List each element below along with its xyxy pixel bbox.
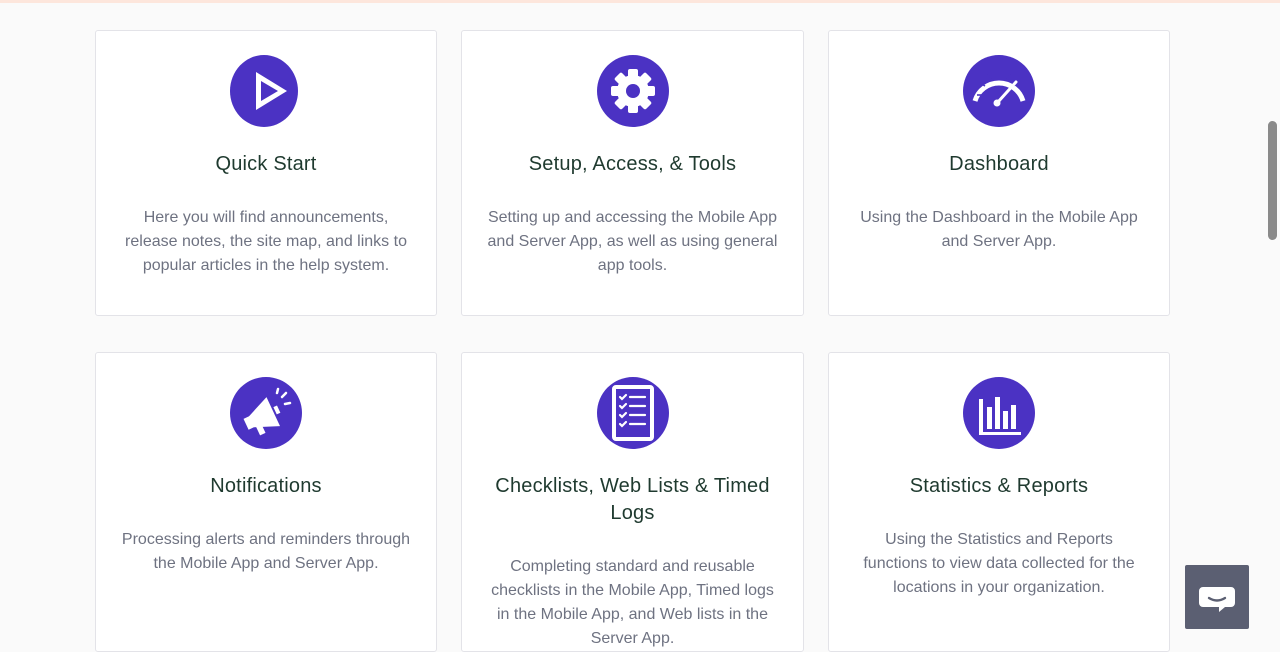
card-title: Dashboard [949, 153, 1049, 175]
card-description: Completing standard and reusable checkli… [491, 558, 774, 647]
card-quick-start[interactable]: Quick Start Here you will find announcem… [95, 30, 437, 316]
checklist-icon [596, 377, 669, 449]
card-description: Processing alerts and reminders through … [121, 531, 411, 572]
megaphone-icon [230, 377, 302, 449]
card-title: Setup, Access, & Tools [528, 153, 737, 175]
top-accent-line [0, 0, 1280, 3]
card-notifications[interactable]: Notifications Processing alerts and remi… [95, 352, 437, 652]
bar-chart-icon [963, 377, 1035, 449]
card-checklists-web-lists-timed-logs[interactable]: Checklists, Web Lists & Timed Logs Compl… [461, 352, 804, 652]
scrollbar-thumb[interactable] [1268, 121, 1277, 240]
card-description: Using the Dashboard in the Mobile App an… [860, 209, 1138, 250]
card-description: Setting up and accessing the Mobile App … [487, 209, 778, 274]
card-title: Quick Start [215, 153, 317, 175]
scrollbar[interactable] [1264, 0, 1280, 640]
card-setup-access-tools[interactable]: Setup, Access, & Tools Setting up and ac… [461, 30, 804, 316]
play-icon [230, 55, 298, 127]
gear-icon [596, 55, 669, 127]
card-title: Checklists, Web Lists & Timed Logs [495, 475, 770, 524]
card-description: Using the Statistics and Reports functio… [863, 531, 1135, 596]
chat-bubble-icon [1199, 587, 1235, 612]
card-description: Here you will find announcements, releas… [125, 209, 407, 274]
card-title: Statistics & Reports [909, 475, 1089, 497]
speedometer-icon [963, 55, 1035, 127]
card-dashboard[interactable]: Dashboard Using the Dashboard in the Mob… [828, 30, 1170, 316]
chat-widget-button[interactable] [1185, 565, 1249, 629]
card-title: Notifications [210, 475, 322, 497]
card-statistics-reports[interactable]: Statistics & Reports Using the Statistic… [828, 352, 1170, 652]
